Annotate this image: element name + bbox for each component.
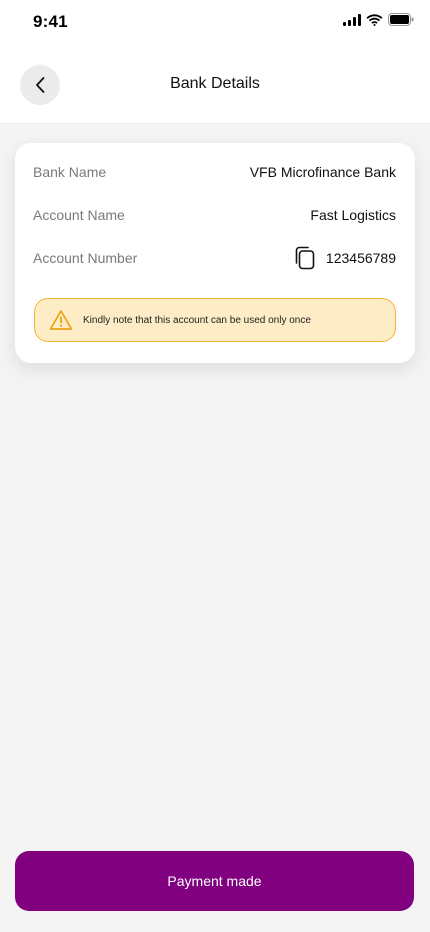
copy-icon[interactable] xyxy=(294,246,316,270)
one-time-account-notice: Kindly note that this account can be use… xyxy=(34,298,396,342)
page-title: Bank Details xyxy=(170,75,260,92)
status-bar: 9:41 xyxy=(0,0,430,44)
account-number-value: 123456789 xyxy=(325,250,396,266)
battery-icon xyxy=(388,13,414,31)
bank-details-screen: 9:41 Bank Details Bank Name VFB Microfin… xyxy=(0,0,430,932)
warning-icon xyxy=(49,309,73,331)
bank-name-value: VFB Microfinance Bank xyxy=(249,164,396,180)
notice-text: Kindly note that this account can be use… xyxy=(83,314,311,326)
status-icons xyxy=(343,13,414,31)
status-time: 9:41 xyxy=(33,12,68,31)
account-number-group: 123456789 xyxy=(294,246,396,270)
bank-name-label: Bank Name xyxy=(33,164,107,180)
account-name-value: Fast Logistics xyxy=(310,207,396,223)
account-number-label: Account Number xyxy=(33,250,138,266)
account-name-label: Account Name xyxy=(33,207,125,223)
signal-icon xyxy=(343,13,361,31)
bank-details-card: Bank Name VFB Microfinance Bank Account … xyxy=(15,143,415,363)
account-name-row: Account Name Fast Logistics xyxy=(33,205,396,225)
account-number-row: Account Number 123456789 xyxy=(33,246,396,270)
wifi-icon xyxy=(366,13,383,31)
payment-made-button[interactable]: Payment made xyxy=(15,851,414,911)
bank-name-row: Bank Name VFB Microfinance Bank xyxy=(33,162,396,182)
header: Bank Details xyxy=(0,44,430,124)
